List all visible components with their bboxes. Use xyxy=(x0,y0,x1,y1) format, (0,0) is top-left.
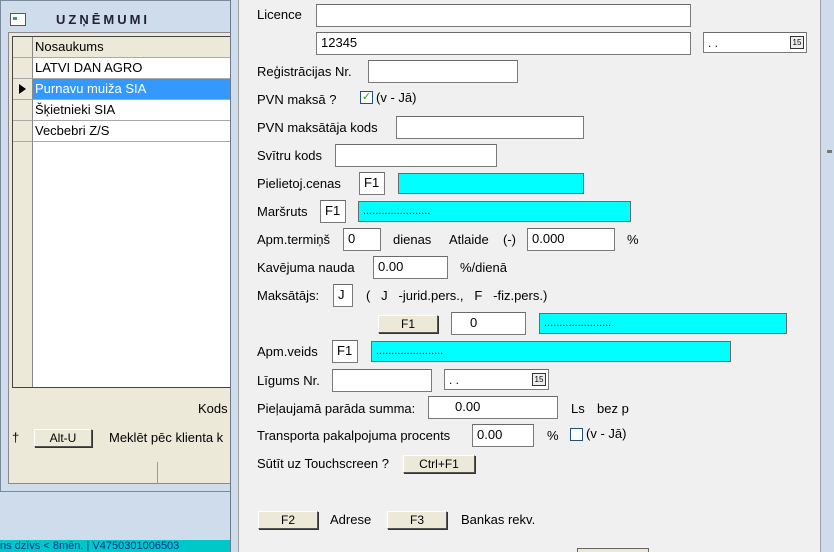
background-desktop xyxy=(0,492,232,540)
row-indicator[interactable] xyxy=(13,100,33,121)
plus-label: † xyxy=(12,430,20,445)
transport-checkbox[interactable] xyxy=(570,428,583,441)
row-indicator[interactable] xyxy=(13,79,33,100)
debt-bez-label: bez p xyxy=(597,401,629,416)
debt-currency: Ls xyxy=(571,401,585,416)
divider xyxy=(827,150,832,153)
discount-label: Atlaide xyxy=(449,232,489,247)
discount-sign: (-) xyxy=(503,232,516,247)
transport-label: Transporta pakalpojuma procents xyxy=(257,428,451,443)
row-indicator[interactable] xyxy=(13,58,33,79)
route-f1-field[interactable]: F1 xyxy=(320,200,346,223)
kods-label: Kods xyxy=(198,401,228,416)
table-row[interactable]: Šķietnieki SIA xyxy=(33,100,233,121)
pvn-payer-label: PVN maksā ? xyxy=(257,92,337,107)
companies-window-title: UZŅĒMUMI xyxy=(56,12,151,27)
companies-window-titlebar[interactable]: UZŅĒMUMI xyxy=(8,8,232,28)
payer-label: Maksātājs: xyxy=(257,288,320,303)
bank-details-label: Bankas rekv. xyxy=(461,512,536,527)
calendar-icon[interactable]: 15 xyxy=(790,36,804,49)
payer-f1-button[interactable]: F1 xyxy=(378,315,438,333)
discount-percent-sign: % xyxy=(627,232,639,247)
penalty-unit: %/dienā xyxy=(460,260,507,275)
contract-field[interactable] xyxy=(332,369,432,392)
window-icon xyxy=(10,13,26,26)
transport-percent-sign: % xyxy=(547,428,559,443)
licence-number-field[interactable]: 12345 xyxy=(316,32,691,55)
price-f1-field[interactable]: F1 xyxy=(359,172,385,195)
payer-type-field[interactable]: J xyxy=(333,284,353,307)
contract-date-value: . . xyxy=(449,373,460,387)
alt-u-button[interactable]: Alt-U xyxy=(34,429,92,447)
barcode-field[interactable] xyxy=(335,144,497,167)
partially-visible-button[interactable] xyxy=(577,548,649,552)
grid-header-name[interactable]: Nosaukums xyxy=(33,37,233,58)
debt-field[interactable]: 0.00 xyxy=(428,396,558,419)
pvn-code-label: PVN maksātāja kods xyxy=(257,120,378,135)
penalty-label: Kavējuma nauda xyxy=(257,260,355,275)
grid-header-indicator xyxy=(13,37,33,58)
payer-description: ...................... xyxy=(539,313,787,334)
contract-label: Līgums Nr. xyxy=(257,373,320,388)
payer-hint: ( J -jurid.pers., F -fiz.pers.) xyxy=(366,288,548,303)
row-pointer-icon xyxy=(19,84,26,94)
registration-label: Reģistrācijas Nr. xyxy=(257,64,352,79)
companies-grid[interactable]: Nosaukums LATVI DAN AGRO Purnavu muiža S… xyxy=(12,36,234,388)
f2-button[interactable]: F2 xyxy=(258,511,318,529)
term-label: Apm.termiņš xyxy=(257,232,330,247)
days-label: dienas xyxy=(393,232,432,247)
pvn-code-field[interactable] xyxy=(396,116,584,139)
f3-button[interactable]: F3 xyxy=(387,511,447,529)
payment-type-label: Apm.veids xyxy=(257,344,318,359)
background-desktop-right xyxy=(821,0,834,552)
table-row-selected[interactable]: Purnavu muiža SIA xyxy=(33,79,233,100)
table-row[interactable]: Vecbebri Z/S xyxy=(33,121,233,142)
touchscreen-label: Sūtīt uz Touchscreen ? xyxy=(257,456,390,471)
payment-type-description: ...................... xyxy=(371,341,731,362)
barcode-label: Svītru kods xyxy=(257,148,323,163)
pvn-payer-checkbox[interactable]: ✓ xyxy=(360,91,373,104)
transport-field[interactable]: 0.00 xyxy=(472,424,534,447)
price-label: Pielietoj.cenas xyxy=(257,176,341,191)
transport-hint: (v - Jā) xyxy=(586,426,627,441)
contract-date-field[interactable]: . . 15 xyxy=(444,369,549,390)
debt-label: Pieļaujamā parāda summa: xyxy=(257,401,416,416)
status-bar: ns dzīvs < 8mēn. | V4750301006503 xyxy=(0,540,232,552)
address-label: Adrese xyxy=(330,512,372,527)
payment-type-f1-field[interactable]: F1 xyxy=(332,340,358,363)
licence-label: Licence xyxy=(257,7,302,22)
route-description: ...................... xyxy=(358,201,631,222)
discount-field[interactable]: 0.000 xyxy=(527,228,615,251)
table-row[interactable]: LATVI DAN AGRO xyxy=(33,58,233,79)
row-indicator[interactable] xyxy=(13,121,33,142)
licence-date-value: . . xyxy=(708,36,719,50)
divider xyxy=(157,462,158,484)
penalty-field[interactable]: 0.00 xyxy=(373,256,448,279)
licence-date-field[interactable]: . . 15 xyxy=(703,32,807,53)
term-field[interactable]: 0 xyxy=(343,228,381,251)
touchscreen-button[interactable]: Ctrl+F1 xyxy=(403,455,475,473)
calendar-icon[interactable]: 15 xyxy=(532,373,546,386)
licence-field[interactable] xyxy=(316,4,691,27)
search-by-client-label: Meklēt pēc klienta k xyxy=(109,430,224,445)
grid-indicator-column xyxy=(13,142,33,387)
pvn-payer-hint: (v - Jā) xyxy=(376,90,417,105)
payer-code-field[interactable]: 0 xyxy=(451,312,526,335)
registration-field[interactable] xyxy=(368,60,518,83)
route-label: Maršruts xyxy=(257,204,308,219)
price-description xyxy=(398,173,584,194)
